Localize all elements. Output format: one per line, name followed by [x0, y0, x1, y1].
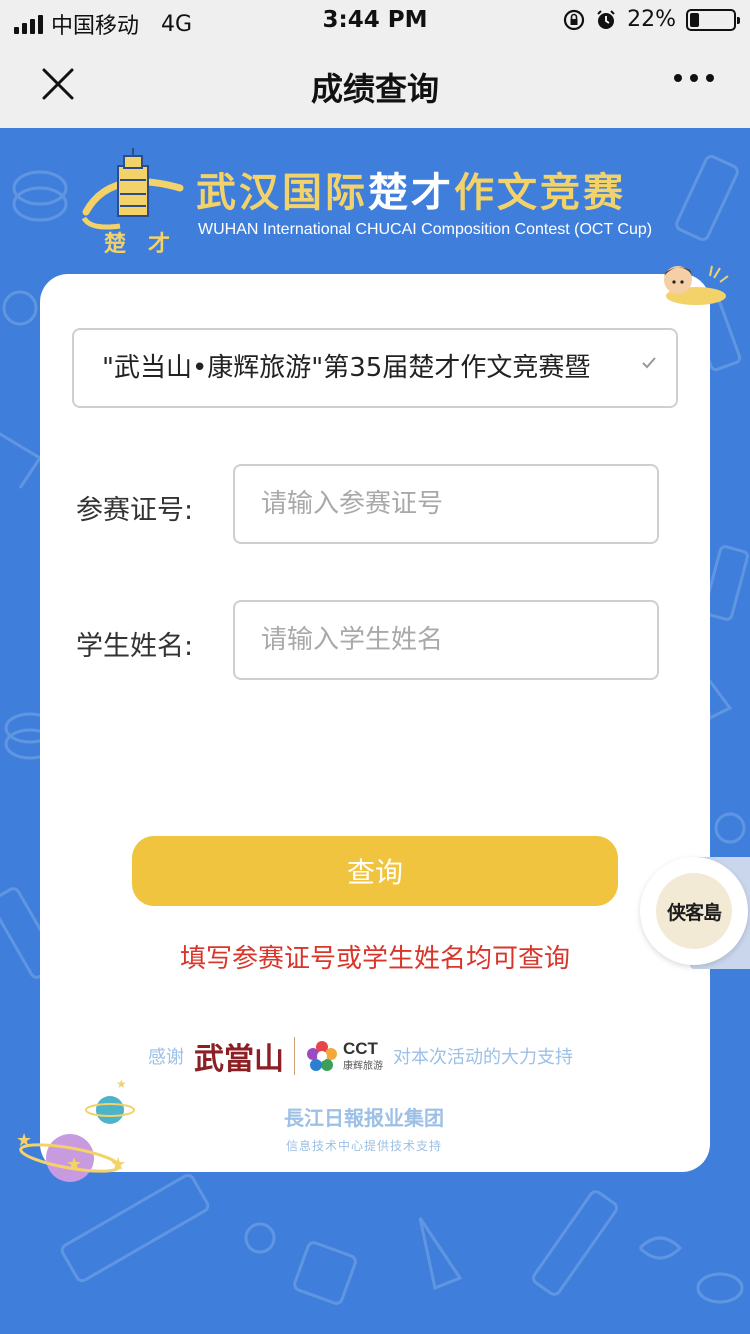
contest-title: 武汉国际楚才作文竞赛	[196, 160, 626, 218]
press-note: 信息技术中心提供技术支持	[285, 1139, 442, 1153]
nav-bar: 成绩查询	[0, 40, 750, 128]
status-bar: 中国移动 4G 3:44 PM 22%	[0, 0, 750, 40]
svg-text:★: ★	[66, 1154, 82, 1175]
check-icon	[642, 357, 656, 369]
boy-illustration-icon	[664, 265, 729, 305]
contest-title-part2: 楚才	[368, 170, 454, 216]
status-right: 22%	[563, 7, 740, 32]
query-button[interactable]: 查询	[132, 836, 618, 906]
contest-title-part1: 武汉国际	[196, 170, 368, 216]
battery-icon	[686, 8, 740, 31]
cct-subtext: 康辉旅游	[343, 1061, 383, 1072]
svg-text:★: ★	[116, 1077, 127, 1091]
contest-title-part3: 作文竞赛	[454, 170, 626, 216]
cct-logo: CCT 康辉旅游	[305, 1039, 383, 1073]
query-hint: 填写参赛证号或学生姓名均可查询	[179, 944, 570, 974]
contest-subtitle: WUHAN International CHUCAI Composition C…	[198, 221, 653, 238]
id-label: 参赛证号:	[76, 495, 194, 526]
rotation-lock-icon	[563, 9, 585, 30]
more-icon[interactable]	[674, 74, 714, 82]
press-credit: 長江日報报业集团 信息技术中心提供技术支持	[284, 1102, 444, 1154]
logo-text: 楚才	[104, 231, 193, 257]
svg-text:★: ★	[16, 1130, 32, 1151]
name-label: 学生姓名:	[76, 631, 194, 662]
query-card: "武当山•康辉旅游"第35届楚才作文竞赛暨 参赛证号: 学生姓名: 查询 填写参…	[40, 274, 710, 1172]
wudangshan-logo: 武當山	[194, 1042, 284, 1077]
page-title: 成绩查询	[310, 70, 439, 108]
thanks-suffix: 对本次活动的大力支持	[393, 1047, 573, 1068]
divider	[294, 1037, 295, 1075]
flower-icon	[307, 1041, 337, 1071]
thanks-prefix: 感谢	[148, 1047, 184, 1068]
name-input[interactable]	[233, 600, 659, 680]
alarm-icon	[597, 9, 615, 29]
svg-text:★: ★	[110, 1154, 126, 1175]
xiakedao-badge-text: 侠客島	[656, 873, 732, 949]
id-input[interactable]	[233, 464, 659, 544]
contest-select[interactable]: "武当山•康辉旅游"第35届楚才作文竞赛暨	[72, 328, 678, 408]
cct-text: CCT	[343, 1039, 378, 1058]
press-name: 長江日報报业集团	[284, 1106, 444, 1130]
sponsor-thanks: 感谢 武當山 CCT 康辉旅游 对本次活动的大力支持	[148, 1034, 573, 1078]
battery-percent: 22%	[627, 7, 676, 32]
planets-illustration-icon: ★ ★ ★ ★	[16, 1077, 135, 1182]
contest-select-value: "武当山•康辉旅游"第35届楚才作文竞赛暨	[102, 353, 591, 383]
